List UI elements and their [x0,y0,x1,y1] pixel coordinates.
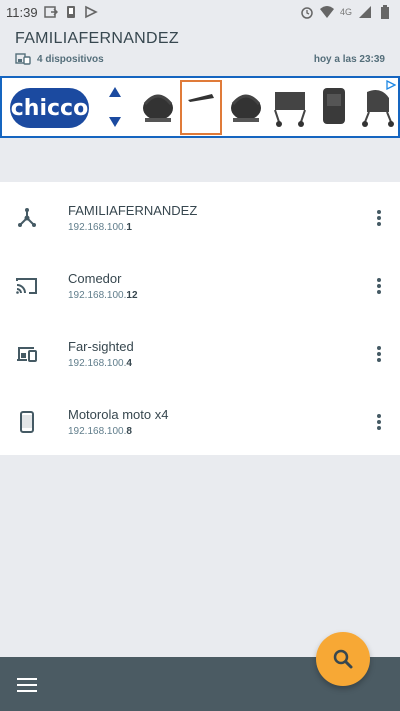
stroller-product-image[interactable] [359,84,397,128]
device-name: Comedor [68,271,122,286]
car-seat-base-product-image[interactable] [180,80,222,135]
device-ip: 192.168.100.12 [68,290,138,301]
device-ip: 192.168.100.1 [68,222,132,233]
wifi-icon [319,6,334,18]
more-vert-icon[interactable] [372,344,386,364]
device-ip: 192.168.100.4 [68,358,132,369]
cast-icon [16,278,37,294]
status-time: 11:39 [6,4,38,20]
menu-icon[interactable] [17,677,37,693]
network-title: FAMILIAFERNANDEZ [15,30,179,47]
screen-cast-icon [43,6,58,18]
signal-icon [359,6,371,18]
arrow-up-icon[interactable] [108,86,122,98]
battery-icon [381,5,389,19]
phone-notification-icon [66,6,75,18]
ad-carousel-arrows [107,86,123,128]
more-vert-icon[interactable] [372,276,386,296]
alarm-icon [301,7,313,19]
forward-icon [84,5,98,19]
scan-search-button[interactable] [316,632,370,686]
device-name: FAMILIAFERNANDEZ [68,203,198,218]
device-row[interactable]: Comedor 192.168.100.12 [0,250,400,318]
devices-icon [17,347,37,362]
car-seat-product-image-2[interactable] [227,84,265,128]
network-type: 4G [339,7,352,17]
last-scan-time: hoy a las 23:39 [313,53,385,65]
device-row[interactable]: Motorola moto x4 192.168.100.8 [0,386,400,454]
more-vert-icon[interactable] [372,412,386,432]
arrow-down-icon[interactable] [108,116,122,128]
app-screen: 11:39 4G FAMILIAFERNANDEZ 4 dispositivos… [0,0,400,711]
devices-summary: 4 dispositivos hoy a las 23:39 [15,53,385,65]
car-seat-product-image[interactable] [139,84,177,128]
search-icon [333,649,353,669]
double-stroller-product-image[interactable] [271,84,309,128]
device-count: 4 dispositivos [37,53,104,65]
smartphone-icon [20,411,34,433]
device-ip: 192.168.100.8 [68,426,132,437]
router-icon [18,208,36,227]
device-row[interactable]: FAMILIAFERNANDEZ 192.168.100.1 [0,182,400,250]
more-vert-icon[interactable] [372,208,386,228]
ad-banner[interactable]: chicco [0,76,400,138]
ad-products [137,78,397,136]
ad-brand-text: chicco [10,95,89,121]
devices-icon [15,53,31,65]
device-list: FAMILIAFERNANDEZ 192.168.100.1 Comedor 1… [0,182,400,455]
device-name: Far-sighted [68,339,134,354]
device-row[interactable]: Far-sighted 192.168.100.4 [0,318,400,386]
device-name: Motorola moto x4 [68,407,169,422]
status-bar: 11:39 4G [0,0,400,24]
booster-seat-product-image[interactable] [315,84,353,128]
chicco-logo[interactable]: chicco [10,88,89,128]
ad-choices-icon[interactable] [386,80,396,90]
